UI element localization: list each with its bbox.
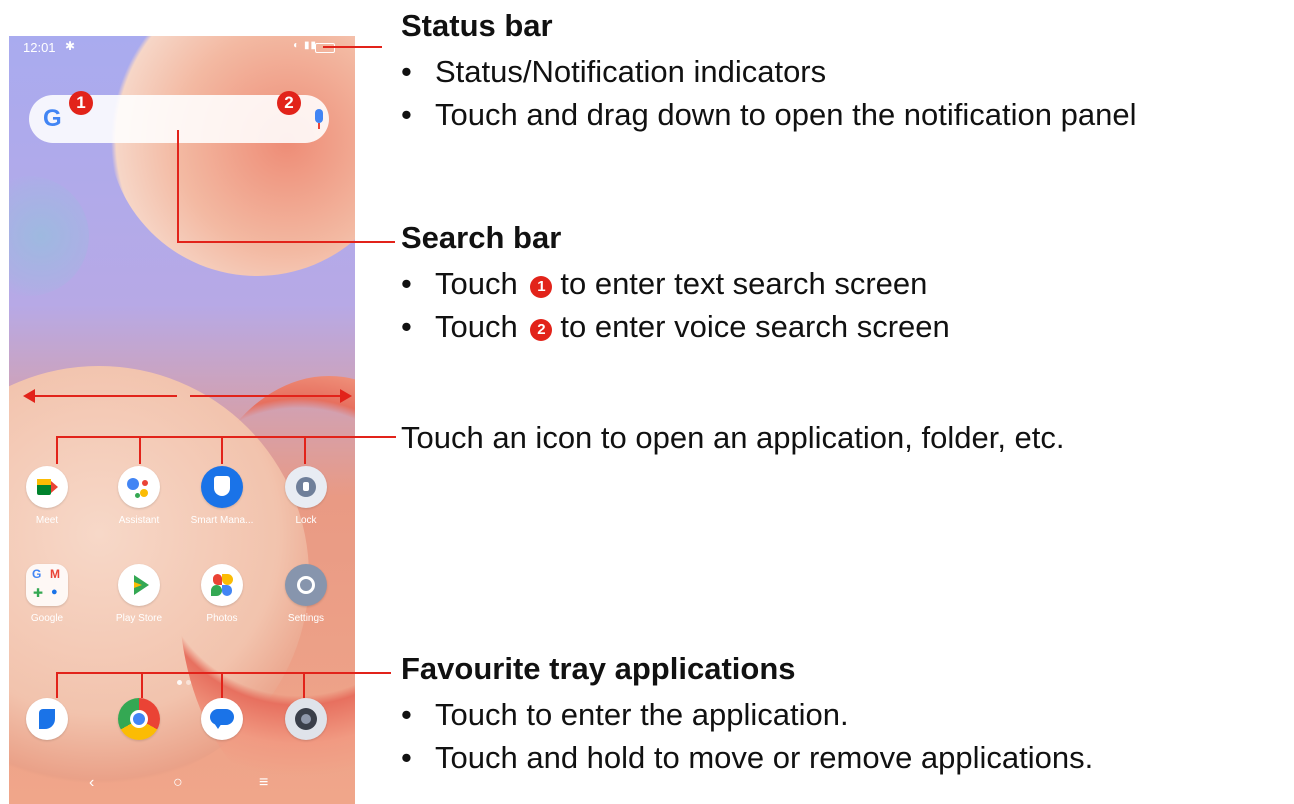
app-google-folder[interactable]: G M ✚ ● Google [9,564,87,624]
number-badge-1: 1 [530,276,553,298]
status-bar-bullet-1: • Status/Notification indicators [401,54,827,89]
badge-2: 2 [277,91,301,115]
microphone-icon[interactable] [315,109,323,129]
swipe-left-arrow [25,395,177,397]
messages-icon [201,698,243,740]
arrow-right-head [340,389,352,403]
app-photos[interactable]: Photos [182,564,262,624]
phone-icon [26,698,68,740]
app-label: Meet [35,515,59,526]
search-callout-line [177,130,179,242]
icons-callout-line [56,436,396,438]
tray-bullet-1: • Touch to enter the application. [401,697,849,732]
status-time: 12:01 [23,40,56,55]
number-badge-2: 2 [530,319,553,341]
icons-callout-tick [221,436,223,464]
app-smart-manager[interactable]: Smart Mana... [182,466,262,526]
tray-callout-tick [56,672,58,698]
tray-callout-line [56,672,391,674]
app-settings[interactable]: Settings [266,564,346,624]
status-bar[interactable]: 12:01 ✱ ◐ ▮▮ [9,36,355,60]
app-play-store[interactable]: Play Store [99,564,179,624]
meet-icon [26,466,68,508]
tray-callout-tick [141,672,143,698]
app-label: Photos [206,613,238,624]
home-icon[interactable]: ○ [173,774,183,792]
status-bar-heading: Status bar [401,8,553,43]
google-folder-icon: G M ✚ ● [26,564,68,606]
page-indicator [175,672,193,690]
app-lock[interactable]: Lock [266,466,346,526]
app-meet[interactable]: Meet [9,466,87,526]
icons-callout-tick [304,436,306,464]
app-label: Smart Mana... [190,515,254,526]
tray-messages[interactable] [182,698,262,740]
chrome-icon [118,698,160,740]
tray-chrome[interactable] [99,698,179,740]
app-label: Play Store [115,613,163,624]
wallpaper-shape [107,36,355,276]
assistant-icon [118,466,160,508]
settings-gear-icon: ✱ [65,39,76,53]
google-logo-icon[interactable]: G [43,105,62,133]
tray-callout-tick [303,672,305,698]
search-bar-bullet-1: • Touch 1 to enter text search screen [401,266,928,301]
search-bar[interactable]: G 1 2 [29,91,329,143]
search-callout-line [177,241,395,243]
camera-icon [285,698,327,740]
tray-camera[interactable] [266,698,346,740]
icons-callout-tick [139,436,141,464]
recents-icon[interactable]: ≡ [259,774,268,792]
status-callout-line [323,46,382,48]
arrow-left-head [23,389,35,403]
navigation-bar: ‹ ○ ≡ [9,770,355,798]
app-assistant[interactable]: Assistant [99,466,179,526]
app-label: Lock [295,515,317,526]
signal-icon: ◐ ▮▮ [293,40,317,51]
app-label: Assistant [118,515,160,526]
tray-callout-tick [221,672,223,698]
battery-icon [315,43,335,53]
back-icon[interactable]: ‹ [89,774,94,792]
tray-heading: Favourite tray applications [401,651,796,686]
icons-callout-tick [56,436,58,464]
photos-icon [201,564,243,606]
play-store-icon [118,564,160,606]
lock-icon [285,466,327,508]
icons-annotation: Touch an icon to open an application, fo… [401,420,1065,455]
settings-gear-icon [285,564,327,606]
shield-icon [201,466,243,508]
search-bar-bullet-2: • Touch 2 to enter voice search screen [401,309,950,344]
search-bar-heading: Search bar [401,220,562,255]
app-label: Settings [287,613,325,624]
tray-bullet-2: • Touch and hold to move or remove applic… [401,740,1094,775]
wallpaper-shape [9,176,89,296]
tray-phone[interactable] [9,698,87,740]
swipe-right-arrow [190,395,342,397]
status-bar-bullet-2: • Touch and drag down to open the notific… [401,97,1137,132]
app-label: Google [30,613,64,624]
badge-1: 1 [69,91,93,115]
